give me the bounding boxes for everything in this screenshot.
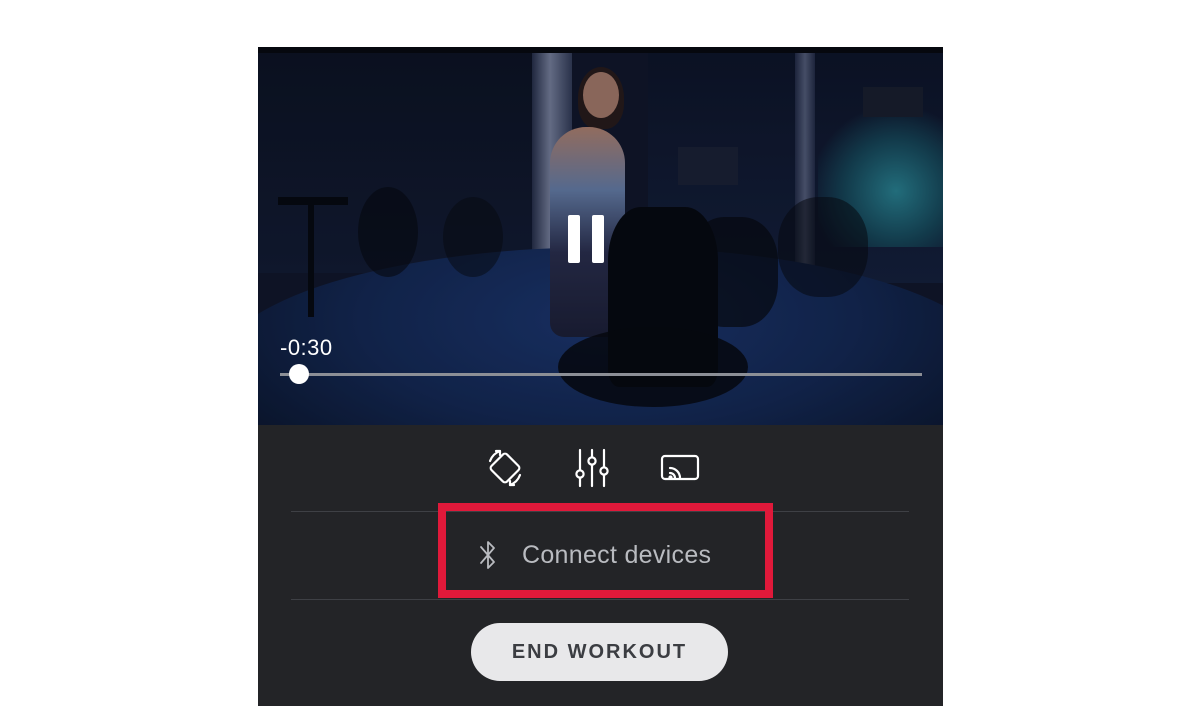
pause-icon[interactable] — [568, 215, 604, 263]
sliders-icon[interactable] — [569, 445, 615, 491]
connect-devices-label: Connect devices — [522, 541, 712, 569]
cast-icon[interactable] — [657, 445, 703, 491]
screen-rotate-icon[interactable] — [482, 445, 528, 491]
progress-bar[interactable] — [280, 364, 922, 384]
time-remaining: -0:30 — [280, 335, 333, 360]
divider — [291, 599, 909, 600]
workout-player-screen: -0:30 Connect devices END WORKOUT — [258, 47, 943, 706]
end-workout-button[interactable]: END WORKOUT — [471, 623, 728, 681]
player-controls — [258, 445, 943, 491]
class-video[interactable]: -0:30 — [258, 47, 943, 425]
bluetooth-icon — [476, 538, 500, 572]
connect-devices-button[interactable]: Connect devices — [258, 512, 943, 600]
